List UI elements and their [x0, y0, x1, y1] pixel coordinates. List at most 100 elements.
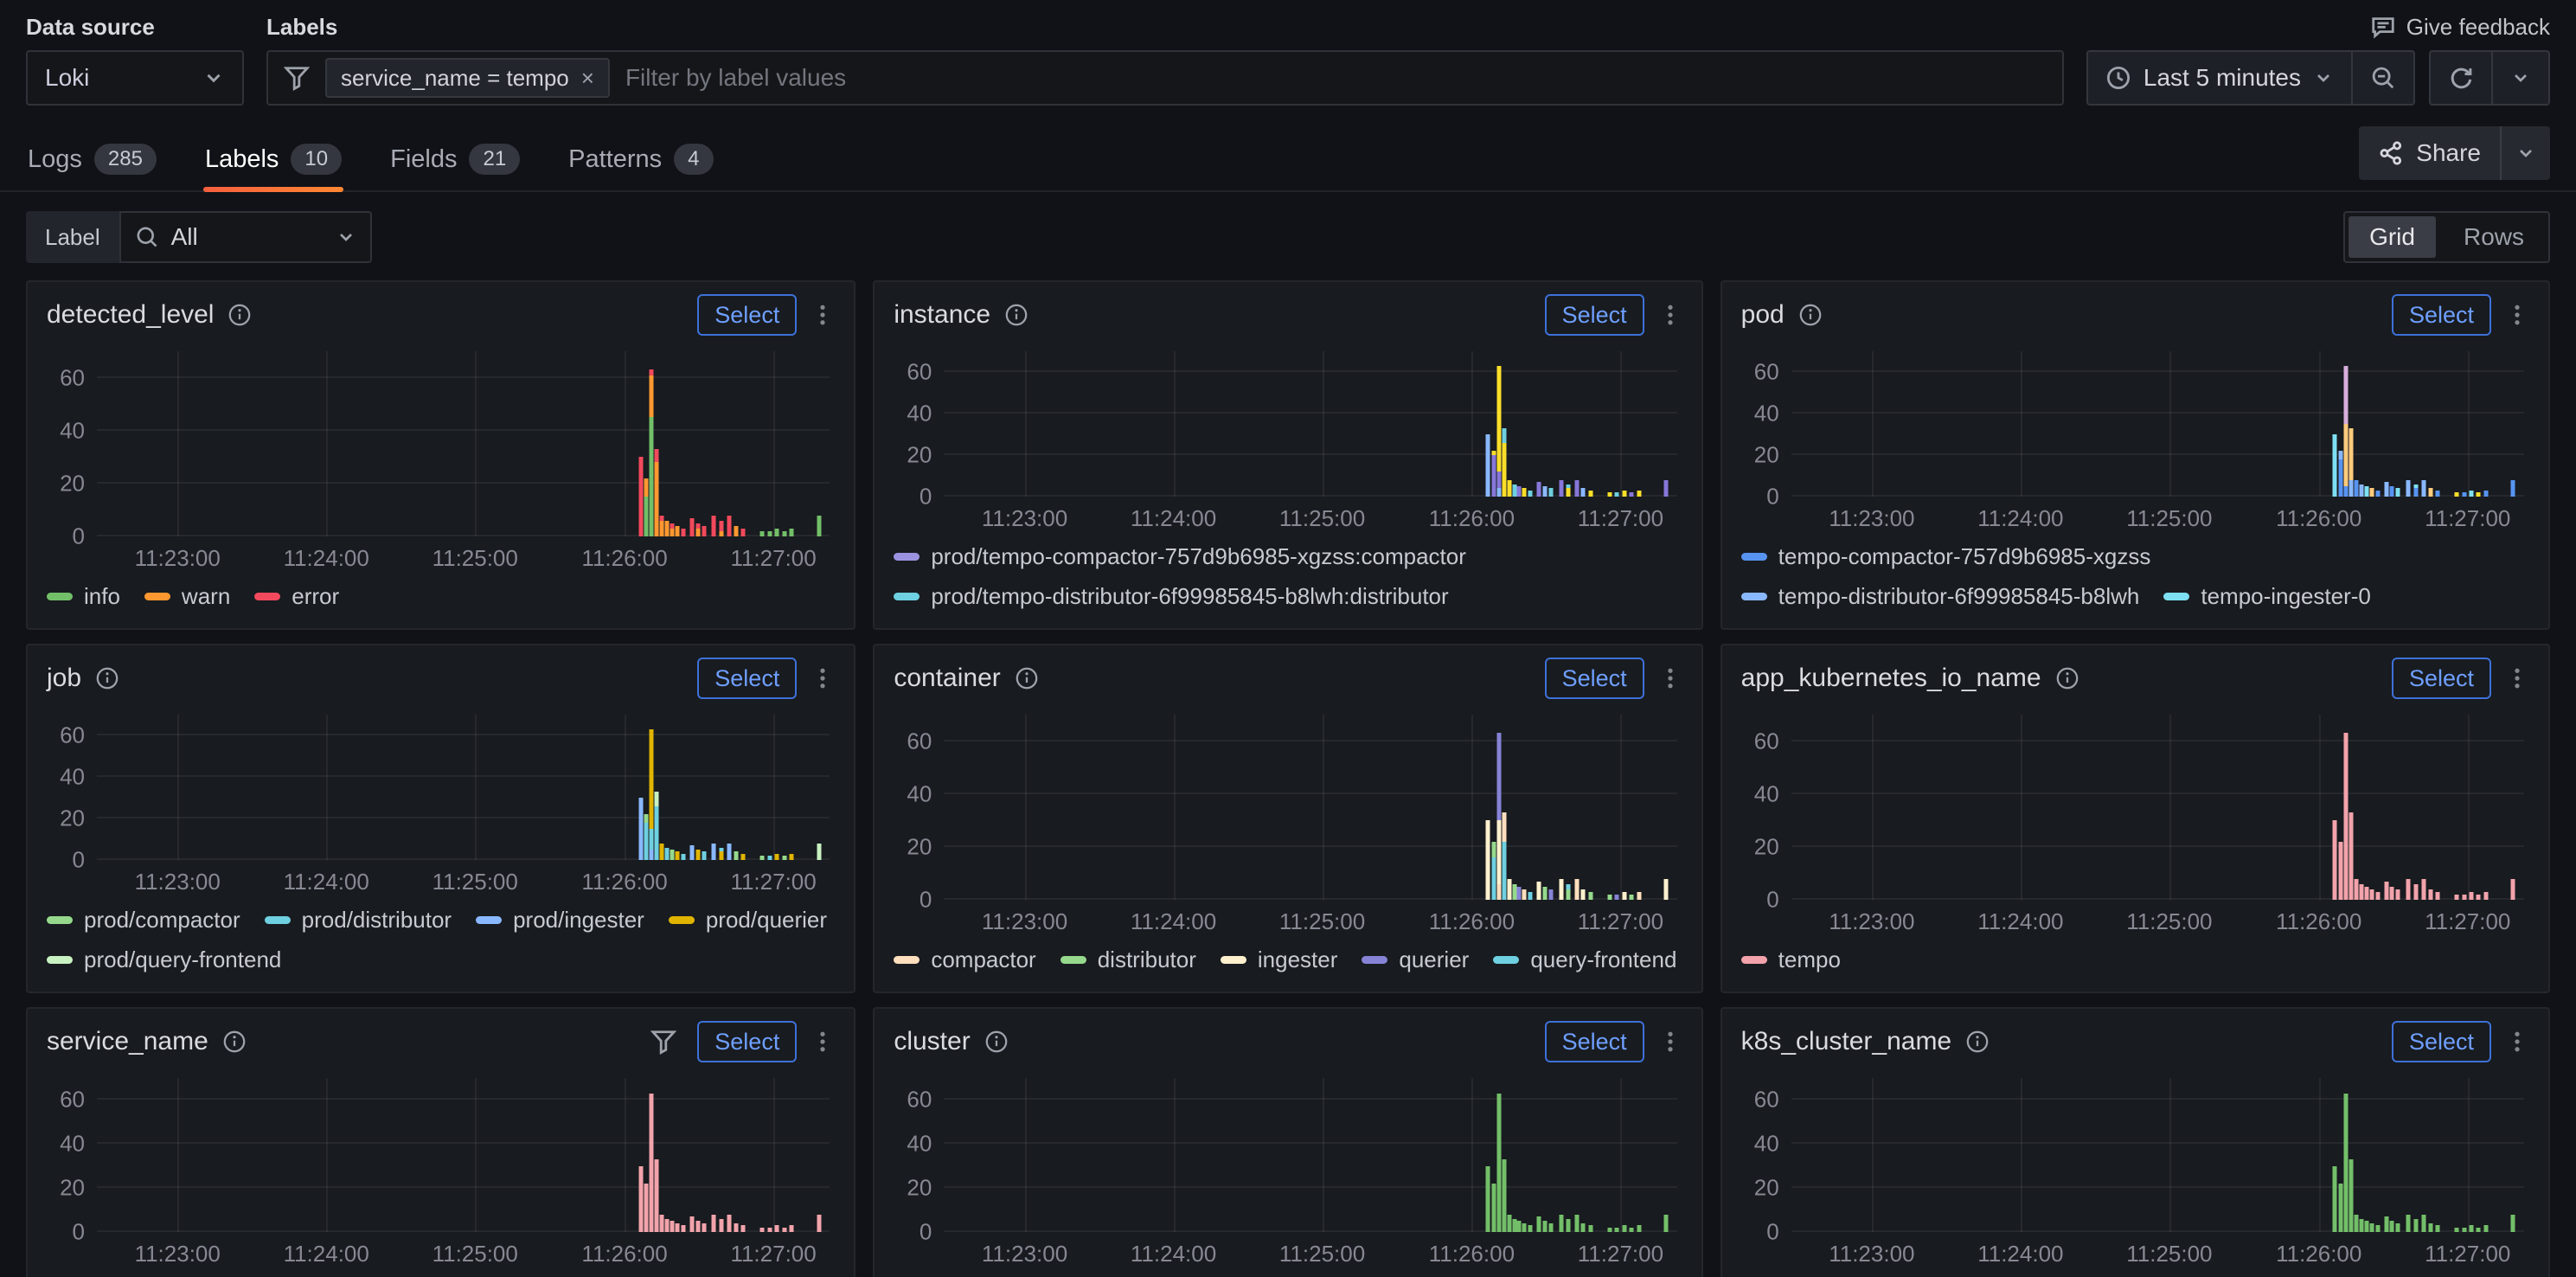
time-range-picker[interactable]: Last 5 minutes [2088, 52, 2351, 104]
y-axis-tick-label: 60 [894, 1087, 932, 1113]
label-search-value: All [171, 223, 324, 251]
stacked-bar [712, 351, 716, 536]
panel-header: podSelect [1741, 292, 2529, 337]
legend-item[interactable]: prod/querier [669, 903, 827, 936]
kebab-menu-icon[interactable] [1658, 1030, 1682, 1054]
kebab-menu-icon[interactable] [811, 1030, 835, 1054]
stacked-bar [2462, 1078, 2466, 1232]
stacked-bar [1615, 351, 1619, 497]
panel-chart[interactable]: 020406011:23:0011:24:0011:25:0011:26:001… [1741, 704, 2529, 934]
kebab-menu-icon[interactable] [2505, 1030, 2529, 1054]
kebab-menu-icon[interactable] [2505, 303, 2529, 327]
zoom-out-button[interactable] [2351, 52, 2413, 104]
select-button[interactable]: Select [1545, 658, 1644, 699]
legend-item[interactable]: distributor [1061, 943, 1196, 976]
kebab-menu-icon[interactable] [2505, 666, 2529, 690]
x-axis-tick-label: 11:24:00 [1131, 505, 1216, 532]
legend-item[interactable]: querier [1362, 943, 1469, 976]
share-button[interactable]: Share [2359, 126, 2550, 180]
panel-chart[interactable]: 020406011:23:0011:24:0011:25:0011:26:001… [47, 1068, 835, 1267]
bar-segment [1486, 820, 1490, 900]
share-dropdown[interactable] [2500, 126, 2550, 180]
panel-chart[interactable]: 020406011:23:0011:24:0011:25:0011:26:001… [1741, 1068, 2529, 1267]
stacked-bar [1543, 1078, 1548, 1232]
panel-chart[interactable]: 020406011:23:0011:24:0011:25:0011:26:001… [1741, 341, 2529, 531]
y-axis-tick-label: 0 [894, 484, 932, 510]
refresh-interval-dropdown[interactable] [2491, 52, 2548, 104]
stacked-bar [676, 715, 680, 860]
panel-chart[interactable]: 020406011:23:0011:24:0011:25:0011:26:001… [894, 704, 1682, 934]
plot-area: 020406011:23:0011:24:0011:25:0011:26:001… [944, 715, 1676, 900]
legend-item[interactable]: info [47, 580, 120, 613]
kebab-menu-icon[interactable] [811, 303, 835, 327]
kebab-menu-icon[interactable] [811, 666, 835, 690]
y-axis-tick-label: 40 [894, 401, 932, 427]
select-button[interactable]: Select [697, 1021, 797, 1062]
y-axis-tick-label: 60 [1741, 1087, 1779, 1113]
legend-item[interactable]: warn [144, 580, 230, 613]
legend-item[interactable]: tempo-distributor-6f99985845-b8lwh [1741, 580, 2140, 613]
tab-labels[interactable]: Labels10 [203, 138, 343, 190]
legend-item[interactable]: tempo-compactor-757d9b6985-xgzss [1741, 540, 2151, 573]
stacked-bar [2369, 351, 2374, 497]
kebab-menu-icon[interactable] [1658, 303, 1682, 327]
legend-item[interactable]: prod/compactor [47, 903, 240, 936]
select-button[interactable]: Select [2392, 294, 2491, 336]
legend-item[interactable]: tempo-ingester-0 [2163, 580, 2371, 613]
bar-segment [702, 1223, 706, 1232]
panel-chart[interactable]: 020406011:23:0011:24:0011:25:0011:26:001… [47, 341, 835, 571]
legend-item[interactable]: prod/tempo-compactor-757d9b6985-xgzss:co… [894, 540, 1466, 573]
bar-segment [782, 1228, 786, 1232]
kebab-menu-icon[interactable] [1658, 666, 1682, 690]
select-button[interactable]: Select [2392, 1021, 2491, 1062]
tabs-bar: Logs285 Labels10 Fields21 Patterns4 Share [0, 126, 2576, 192]
label-filter-input[interactable]: service_name = tempo × Filter by label v… [266, 50, 2064, 106]
label-search-select[interactable]: All [119, 211, 372, 263]
select-button[interactable]: Select [2392, 658, 2491, 699]
view-toggle-grid[interactable]: Grid [2349, 216, 2436, 258]
panel-chart[interactable]: 020406011:23:0011:24:0011:25:0011:26:001… [894, 341, 1682, 531]
bar-segment [2511, 879, 2515, 900]
legend-item[interactable]: prod/tempo-distributor-6f99985845-b8lwh:… [894, 580, 1448, 613]
select-button[interactable]: Select [697, 294, 797, 336]
stacked-bar [1496, 1078, 1501, 1232]
legend-item[interactable]: prod/distributor [265, 903, 452, 936]
bar-segment [719, 521, 723, 531]
select-button[interactable]: Select [697, 658, 797, 699]
stacked-bar [1548, 1078, 1553, 1232]
datasource-picker[interactable]: Loki [26, 50, 244, 106]
legend-item[interactable]: prod/query-frontend [47, 943, 281, 976]
legend-label: tempo [1778, 947, 1841, 973]
bar-segment [2483, 1225, 2488, 1232]
v-gridline [2319, 351, 2321, 497]
tab-fields[interactable]: Fields21 [388, 138, 522, 190]
legend-item[interactable]: compactor [894, 943, 1035, 976]
filter-chip[interactable]: service_name = tempo × [325, 58, 610, 98]
bar-segment [1502, 1159, 1506, 1232]
stacked-bar [775, 715, 779, 860]
legend-item[interactable]: tempo [1741, 943, 1841, 976]
bar-segment [1581, 1223, 1586, 1232]
chip-remove-icon[interactable]: × [581, 65, 594, 92]
select-button[interactable]: Select [1545, 1021, 1644, 1062]
refresh-button[interactable] [2431, 52, 2491, 104]
stacked-bar [775, 1078, 779, 1232]
panel-chart[interactable]: 020406011:23:0011:24:0011:25:0011:26:001… [894, 1068, 1682, 1267]
panel-chart[interactable]: 020406011:23:0011:24:0011:25:0011:26:001… [47, 704, 835, 895]
tab-logs[interactable]: Logs285 [26, 138, 158, 190]
select-button[interactable]: Select [1545, 294, 1644, 336]
give-feedback-link[interactable]: Give feedback [2370, 12, 2550, 42]
view-toggle-rows[interactable]: Rows [2439, 213, 2548, 261]
tab-patterns[interactable]: Patterns4 [567, 138, 714, 190]
labels-field-label: Labels [266, 12, 2064, 42]
legend-item[interactable]: ingester [1221, 943, 1338, 976]
legend-item[interactable]: prod/ingester [476, 903, 644, 936]
y-axis-tick-label: 0 [47, 847, 85, 874]
legend-item[interactable]: error [254, 580, 339, 613]
bar-segment [817, 844, 821, 860]
legend-item[interactable]: query-frontend [1493, 943, 1676, 976]
panel-title: app_kubernetes_io_name [1741, 664, 2041, 693]
y-axis-tick-label: 0 [894, 887, 932, 914]
x-axis-tick-label: 11:27:00 [2425, 505, 2510, 532]
x-axis-tick-label: 11:26:00 [2276, 908, 2361, 935]
